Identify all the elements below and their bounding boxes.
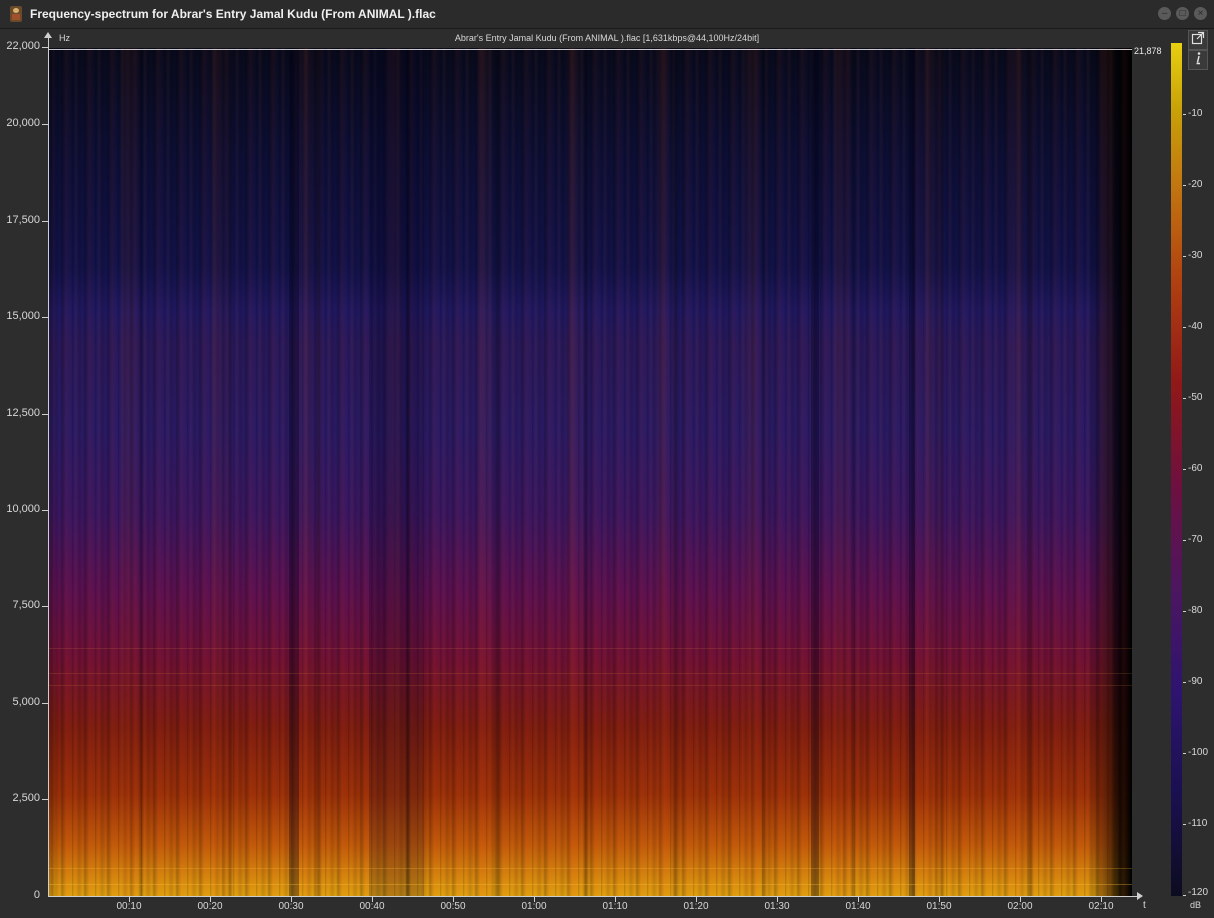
x-axis [48,896,1138,897]
x-tick-label: 00:10 [116,901,142,912]
colorbar-tick [1183,256,1186,257]
close-button[interactable]: × [1194,7,1207,20]
file-info-label: Abrar's Entry Jamal Kudu (From ANIMAL ).… [454,33,760,43]
colorbar-tick [1183,185,1186,186]
info-icon[interactable] [1188,50,1208,70]
colorbar-tick [1183,895,1186,896]
y-tick-label: 5,000 [12,696,40,708]
x-tick-label: 02:00 [1007,901,1033,912]
colorbar-tick [1183,327,1186,328]
y-tick [42,221,48,222]
y-tick [42,606,48,607]
colorbar-tick-label: -70 [1188,534,1203,545]
x-axis-unit: t [1143,900,1146,911]
colorbar-tick-label: -30 [1188,250,1203,261]
y-tick [42,124,48,125]
minimize-button[interactable]: – [1158,7,1171,20]
x-tick-label: 01:40 [845,901,871,912]
db-colorbar [1171,43,1182,896]
app-icon [10,6,22,22]
y-tick [42,414,48,415]
x-axis-arrow [1137,892,1143,900]
colorbar-tick-label: -40 [1188,321,1203,332]
maximize-button[interactable]: □ [1176,7,1189,20]
colorbar-tick [1183,753,1186,754]
colorbar-tick [1183,611,1186,612]
x-tick-label: 00:20 [197,901,223,912]
colorbar-tick-label: -100 [1188,747,1209,758]
colorbar-tick-label: -90 [1188,676,1203,687]
colorbar-tick-label: -120 [1188,887,1209,898]
colorbar-tick-label: -60 [1188,463,1203,474]
window-title: Frequency-spectrum for Abrar's Entry Jam… [30,7,436,21]
colorbar-tick [1183,398,1186,399]
colorbar-tick [1183,824,1186,825]
colorbar-tick-label: -80 [1188,605,1203,616]
x-tick-label: 01:50 [926,901,952,912]
y-tick-label: 10,000 [6,503,40,515]
colorbar-tick-label: -110 [1188,818,1208,829]
spectrogram-image [49,48,1132,896]
y-tick-label: 20,000 [6,117,40,129]
x-tick-label: 01:10 [602,901,628,912]
x-tick-label: 00:50 [440,901,466,912]
external-link-icon[interactable] [1188,30,1208,50]
y-tick [42,317,48,318]
x-tick-label: 00:40 [359,901,385,912]
colorbar-tick [1183,682,1186,683]
colorbar-tick [1183,469,1186,470]
x-tick-label: 01:20 [683,901,709,912]
y-tick-label: 7,500 [12,599,40,611]
colorbar-tick-label: -10 [1188,108,1203,119]
y-tick [42,799,48,800]
colorbar-unit: dB [1190,900,1202,910]
max-frequency-line [49,49,1132,50]
x-tick-label: 01:30 [764,901,790,912]
y-tick-label: 17,500 [6,214,40,226]
title-bar: Frequency-spectrum for Abrar's Entry Jam… [0,0,1214,29]
y-tick-label: 12,500 [6,407,40,419]
y-tick [42,510,48,511]
colorbar-tick-label: -20 [1188,179,1203,190]
y-tick-label: 15,000 [6,310,40,322]
x-tick-label: 00:30 [278,901,304,912]
colorbar-tick [1183,540,1186,541]
x-tick-label: 02:10 [1088,901,1114,912]
colorbar-tick-label: -50 [1188,392,1203,403]
y-axis-unit: Hz [59,33,70,43]
y-axis-arrow [44,32,52,38]
y-tick-label: 22,000 [6,40,40,52]
y-tick [42,703,48,704]
y-axis [48,36,49,896]
x-tick-label: 01:00 [521,901,547,912]
max-frequency-label: 21,878 [1134,46,1162,56]
y-tick [42,47,48,48]
colorbar-tick [1183,114,1186,115]
y-tick-label: 2,500 [12,792,40,804]
y-tick-label: 0 [33,889,40,901]
